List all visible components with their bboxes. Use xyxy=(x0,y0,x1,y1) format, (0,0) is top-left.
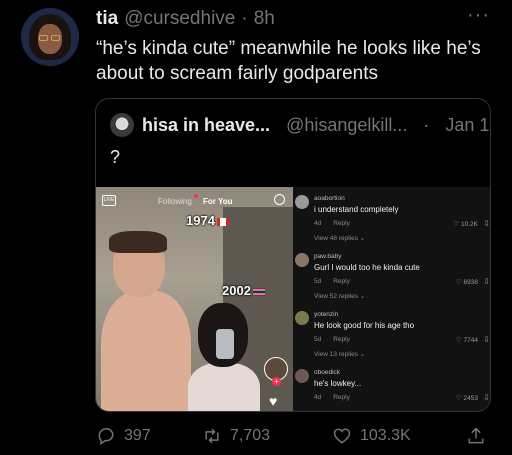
like-count: 103.3K xyxy=(360,427,411,444)
tab-following[interactable]: Following xyxy=(158,197,192,206)
comment-likes-count: 6938 xyxy=(463,279,478,286)
quote-author-avatar[interactable] xyxy=(110,113,134,137)
comment-likes[interactable]: ♡ 7744 xyxy=(456,336,478,344)
comment-likes[interactable]: ♡ 6938 xyxy=(456,278,478,286)
reply-button[interactable]: Reply xyxy=(333,336,350,343)
girl-figure xyxy=(188,303,260,411)
heart-icon[interactable]: ♥ xyxy=(269,393,277,409)
reply-button[interactable]: Reply xyxy=(333,278,350,285)
comments-panel: aoabortion i understand completely 4d Rep… xyxy=(293,187,490,411)
comment-likes-count: 2453 xyxy=(463,395,478,402)
tweet-header: tia @cursedhive · 8h xyxy=(96,8,275,30)
share-button[interactable] xyxy=(466,426,486,446)
comment-avatar[interactable] xyxy=(295,311,309,325)
comment-text: he's lowkey... xyxy=(314,379,362,388)
notification-dot xyxy=(194,194,198,198)
comment-meta: 4d Reply xyxy=(314,220,350,227)
year-top-text: 1974 xyxy=(186,213,215,228)
header-separator: · xyxy=(241,8,248,29)
year-label-bottom: 2002 xyxy=(222,283,265,298)
comment-username[interactable]: yotenzin xyxy=(314,311,338,318)
author-name[interactable]: tia xyxy=(96,8,118,30)
comment-avatar[interactable] xyxy=(295,195,309,209)
retweet-count: 7,703 xyxy=(230,427,271,444)
comment-avatar[interactable] xyxy=(295,253,309,267)
live-icon[interactable]: LIVE xyxy=(102,195,116,206)
comment-text: Gurl I would too he kinda cute xyxy=(314,263,420,272)
retweet-icon xyxy=(205,428,219,444)
follow-plus-icon[interactable]: + xyxy=(272,377,281,386)
dislike-icon[interactable]: ⇩ xyxy=(483,219,490,228)
dislike-icon[interactable]: ⇩ xyxy=(483,393,490,402)
quote-separator: · xyxy=(423,114,430,135)
heart-icon xyxy=(333,428,351,444)
avatar-glasses-right xyxy=(51,35,60,41)
man-figure xyxy=(101,231,191,411)
comment-text: i understand completely xyxy=(314,205,399,214)
reply-button[interactable]: Reply xyxy=(333,394,350,401)
tweet-time[interactable]: 8h xyxy=(254,8,275,30)
comment-username[interactable]: aoabortion xyxy=(314,195,345,202)
comment-avatar[interactable] xyxy=(295,369,309,383)
author-avatar[interactable] xyxy=(21,8,79,66)
comment-likes[interactable]: ♡ 10.2K xyxy=(453,220,478,228)
man-body xyxy=(101,291,191,411)
tweet-text: “he’s kinda cute” meanwhile he looks lik… xyxy=(96,38,481,84)
view-replies-link[interactable]: View 52 replies ⌄ xyxy=(314,292,365,300)
avatar-glasses-left xyxy=(39,35,48,41)
quote-text: ? xyxy=(110,147,121,167)
more-options-icon[interactable]: ··· xyxy=(467,4,490,27)
retweet-button[interactable]: 7,703 xyxy=(202,426,270,446)
view-replies-link[interactable]: View 13 replies ⌄ xyxy=(314,350,365,358)
tab-for-you[interactable]: For You xyxy=(203,197,232,206)
quote-media[interactable]: LIVE Following For You 1974 2002 + ♥ aoa… xyxy=(96,187,490,411)
comment-username[interactable]: paw.baby xyxy=(314,253,341,260)
phone-image xyxy=(216,329,234,359)
comment-age: 4d xyxy=(314,220,322,227)
dislike-icon[interactable]: ⇩ xyxy=(483,277,490,286)
quote-date[interactable]: Jan 15 xyxy=(445,115,490,136)
comment-username[interactable]: oboedick xyxy=(314,369,340,376)
dislike-icon[interactable]: ⇩ xyxy=(483,335,490,344)
thailand-flag-icon xyxy=(252,287,265,296)
view-replies-link[interactable]: View 48 replies ⌄ xyxy=(314,234,365,242)
reply-button[interactable]: 397 xyxy=(96,426,151,446)
quote-author-name[interactable]: hisa in heave... xyxy=(142,115,270,136)
comment-age: 5d xyxy=(314,278,322,285)
year-label-top: 1974 xyxy=(186,213,229,228)
quoted-tweet[interactable]: hisa in heave... @hisangelkill... · Jan … xyxy=(95,98,491,412)
tiktok-video[interactable]: LIVE Following For You 1974 2002 + ♥ xyxy=(96,187,293,411)
comment-meta: 5d Reply xyxy=(314,278,350,285)
reply-button[interactable]: Reply xyxy=(333,220,350,227)
comment-meta: 4d Reply xyxy=(314,394,350,401)
share-icon xyxy=(468,427,484,444)
comment-age: 5d xyxy=(314,336,322,343)
quote-header: hisa in heave... @hisangelkill... · Jan … xyxy=(110,113,490,137)
search-icon[interactable] xyxy=(274,194,285,205)
author-handle[interactable]: @cursedhive xyxy=(124,8,235,30)
comment-likes-count: 10.2K xyxy=(461,221,478,228)
tweet-actions: 397 7,703 103.3K xyxy=(96,426,496,450)
reply-count: 397 xyxy=(124,427,151,444)
like-button[interactable]: 103.3K xyxy=(332,426,411,446)
comment-text: He look good for his age tho xyxy=(314,321,415,330)
comment-likes-count: 7744 xyxy=(463,337,478,344)
quote-author-handle[interactable]: @hisangelkill... xyxy=(286,115,407,136)
man-hair xyxy=(109,231,167,253)
comment-age: 4d xyxy=(314,394,322,401)
comment-likes[interactable]: ♡ 2453 xyxy=(456,394,478,402)
canada-flag-icon xyxy=(216,217,229,226)
year-bottom-text: 2002 xyxy=(222,283,251,298)
comment-meta: 5d Reply xyxy=(314,336,350,343)
girl-shirt xyxy=(188,363,260,411)
reply-icon xyxy=(98,428,114,445)
